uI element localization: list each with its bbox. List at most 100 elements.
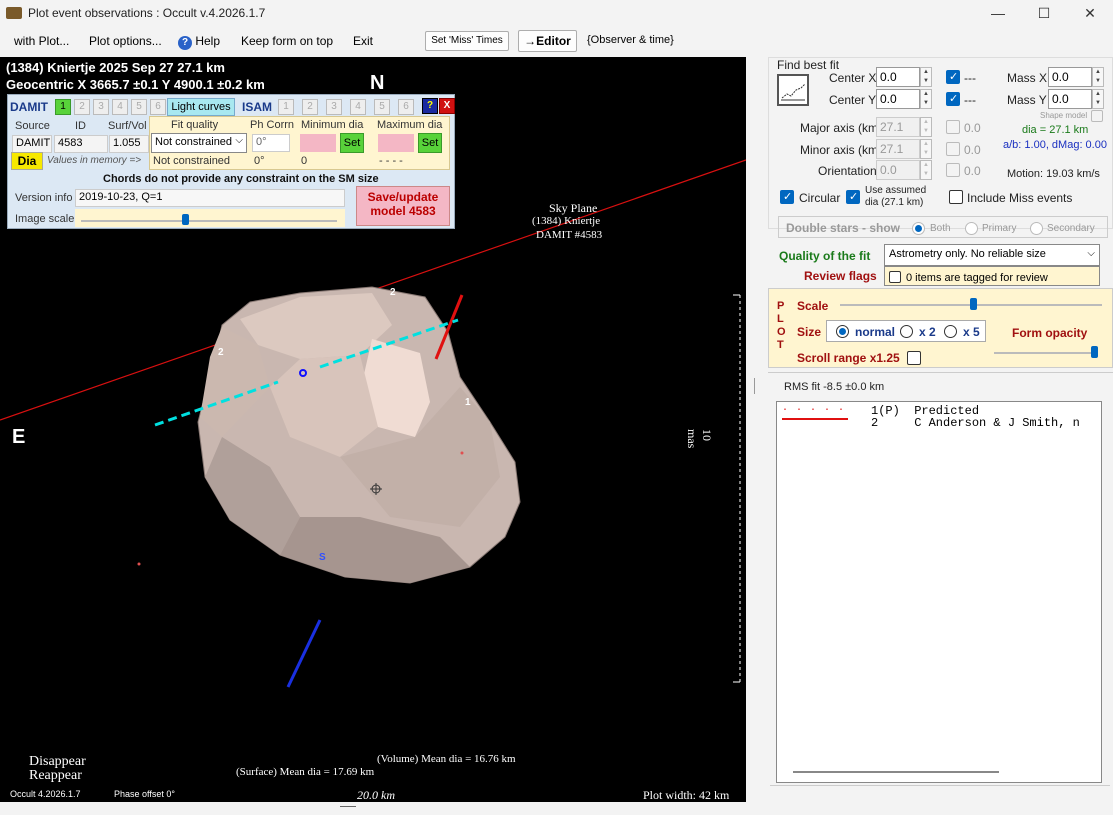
review-flags-box[interactable]: 0 items are tagged for review <box>884 266 1100 286</box>
scroll-range-label: Scroll range x1.25 <box>797 351 900 365</box>
image-scale-slider[interactable] <box>75 209 345 227</box>
plot-width-label: Plot width: 42 km <box>643 788 730 802</box>
both-label: Both <box>930 223 951 234</box>
quality-label: Quality of the fit <box>779 249 871 263</box>
major-axis-checkbox[interactable] <box>946 120 960 134</box>
max-dia-input[interactable] <box>378 134 414 152</box>
use-assumed-checkbox[interactable] <box>846 190 860 204</box>
menu-exit[interactable]: Exit <box>353 34 373 48</box>
maximize-button[interactable]: ☐ <box>1021 0 1067 28</box>
damit-help-button[interactable]: ? <box>422 98 438 114</box>
center-x-input[interactable]: 0.0 <box>876 67 920 87</box>
include-miss-checkbox[interactable] <box>949 190 963 204</box>
orientation-spinner[interactable]: ▲ ▼ <box>920 160 932 180</box>
mass-y-spinner[interactable]: ▲ ▼ <box>1092 89 1104 109</box>
isam-model-3[interactable]: 3 <box>326 99 342 115</box>
major-axis-input[interactable]: 27.1 <box>876 117 920 137</box>
size-normal-radio[interactable] <box>836 325 849 338</box>
size-x2-radio[interactable] <box>900 325 913 338</box>
scale-thumb[interactable] <box>970 298 977 310</box>
close-button[interactable]: ✕ <box>1067 0 1113 28</box>
isam-model-1[interactable]: 1 <box>278 99 294 115</box>
isam-model-4[interactable]: 4 <box>350 99 366 115</box>
plot-canvas[interactable]: (1384) Kniertje 2025 Sep 27 27.1 km Geoc… <box>0 57 746 802</box>
center-x-checkbox[interactable] <box>946 70 960 84</box>
damit-model-1[interactable]: 1 <box>55 99 71 115</box>
memory-ph-value: 0° <box>254 155 265 167</box>
id-field: 4583 <box>54 135 108 153</box>
min-dia-set-button[interactable]: Set <box>340 133 364 153</box>
version-info-field: 2019-10-23, Q=1 <box>75 189 345 207</box>
light-curves-button[interactable]: Light curves <box>167 98 235 116</box>
size-x2-label: x 2 <box>919 325 936 339</box>
isam-model-5[interactable]: 5 <box>374 99 390 115</box>
horizontal-scrollbar[interactable] <box>793 771 999 773</box>
center-x-label: Center X <box>829 71 877 85</box>
mass-x-input[interactable]: 0.0 <box>1048 67 1092 87</box>
mass-x-spinner[interactable]: ▲ ▼ <box>1092 67 1104 87</box>
fit-quality-select[interactable]: Not constrained ⌵ <box>151 133 247 153</box>
size-x5-radio[interactable] <box>944 325 957 338</box>
north-label: N <box>370 72 385 94</box>
dia-button[interactable]: Dia <box>11 152 43 170</box>
scale-slider[interactable] <box>840 297 1102 313</box>
surf-vol-header: Surf/Vol <box>108 120 147 132</box>
minor-axis-input[interactable]: 27.1 <box>876 139 920 159</box>
observer-time-link[interactable]: {Observer & time} <box>587 34 674 46</box>
quality-select[interactable]: Astrometry only. No reliable size ⌵ <box>884 244 1100 266</box>
minor-axis-checkbox[interactable] <box>946 142 960 156</box>
resize-grip[interactable] <box>340 806 356 807</box>
minor-axis-label: Minor axis (km) <box>800 143 883 157</box>
menu-help[interactable]: ? Help <box>178 34 220 50</box>
isam-model-2[interactable]: 2 <box>302 99 318 115</box>
observation-list[interactable]: · · · · · 1(P) Predicted 2 C Anderson & … <box>776 401 1102 783</box>
primary-label: Primary <box>982 223 1017 234</box>
form-opacity-slider[interactable] <box>990 344 1102 364</box>
editor-button[interactable]: →Editor <box>518 30 577 52</box>
menu-with-plot[interactable]: with Plot... <box>14 34 69 48</box>
dia-value: dia = 27.1 km <box>1022 124 1089 136</box>
shape-model-label: Shape model <box>1040 111 1088 120</box>
image-scale-thumb[interactable] <box>182 214 189 225</box>
rms-fit-label: RMS fit -8.5 ±0.0 km <box>784 381 885 393</box>
both-radio[interactable] <box>912 222 925 235</box>
list-item-observer[interactable]: 2 C Anderson & J Smith, n <box>871 416 1080 430</box>
damit-model-5[interactable]: 5 <box>131 99 147 115</box>
damit-model-2[interactable]: 2 <box>74 99 90 115</box>
center-y-checkbox[interactable] <box>946 92 960 106</box>
save-model-button[interactable]: Save/update model 4583 <box>356 186 450 226</box>
orientation-checkbox[interactable] <box>946 163 960 177</box>
max-dia-set-button[interactable]: Set <box>418 133 442 153</box>
splitter[interactable] <box>754 378 755 394</box>
circular-checkbox[interactable] <box>780 190 794 204</box>
damit-model-6[interactable]: 6 <box>150 99 166 115</box>
menu-plot-options[interactable]: Plot options... <box>89 34 162 48</box>
menu-keep-on-top[interactable]: Keep form on top <box>241 34 333 48</box>
damit-model-4[interactable]: 4 <box>112 99 128 115</box>
fit-chart-button[interactable] <box>777 74 809 106</box>
menu-bar: with Plot... Plot options... ? Help Keep… <box>0 28 1113 56</box>
set-miss-times-button[interactable]: Set 'Miss' Times <box>425 31 509 51</box>
center-y-input[interactable]: 0.0 <box>876 89 920 109</box>
damit-close-button[interactable]: X <box>439 98 455 114</box>
chord-label-2a: 2 <box>218 347 224 358</box>
scroll-range-checkbox[interactable] <box>907 351 921 365</box>
minor-axis-spinner[interactable]: ▲ ▼ <box>920 139 932 159</box>
isam-model-6[interactable]: 6 <box>398 99 414 115</box>
primary-radio[interactable] <box>965 222 978 235</box>
size-x5-label: x 5 <box>963 325 980 339</box>
secondary-radio[interactable] <box>1030 222 1043 235</box>
review-flags-checkbox[interactable] <box>889 271 901 283</box>
major-axis-spinner[interactable]: ▲ ▼ <box>920 117 932 137</box>
orientation-input[interactable]: 0.0 <box>876 160 920 180</box>
min-dia-input[interactable] <box>300 134 336 152</box>
damit-model-3[interactable]: 3 <box>93 99 109 115</box>
center-y-spinner[interactable]: ▲ ▼ <box>920 89 932 109</box>
ph-corrn-field[interactable]: 0° <box>252 134 290 152</box>
sky-object-label: (1384) Kniertje <box>532 215 601 227</box>
mass-y-input[interactable]: 0.0 <box>1048 89 1092 109</box>
minimize-button[interactable]: — <box>975 0 1021 28</box>
shape-model-checkbox[interactable] <box>1091 110 1103 122</box>
form-opacity-thumb[interactable] <box>1091 346 1098 358</box>
center-x-spinner[interactable]: ▲ ▼ <box>920 67 932 87</box>
